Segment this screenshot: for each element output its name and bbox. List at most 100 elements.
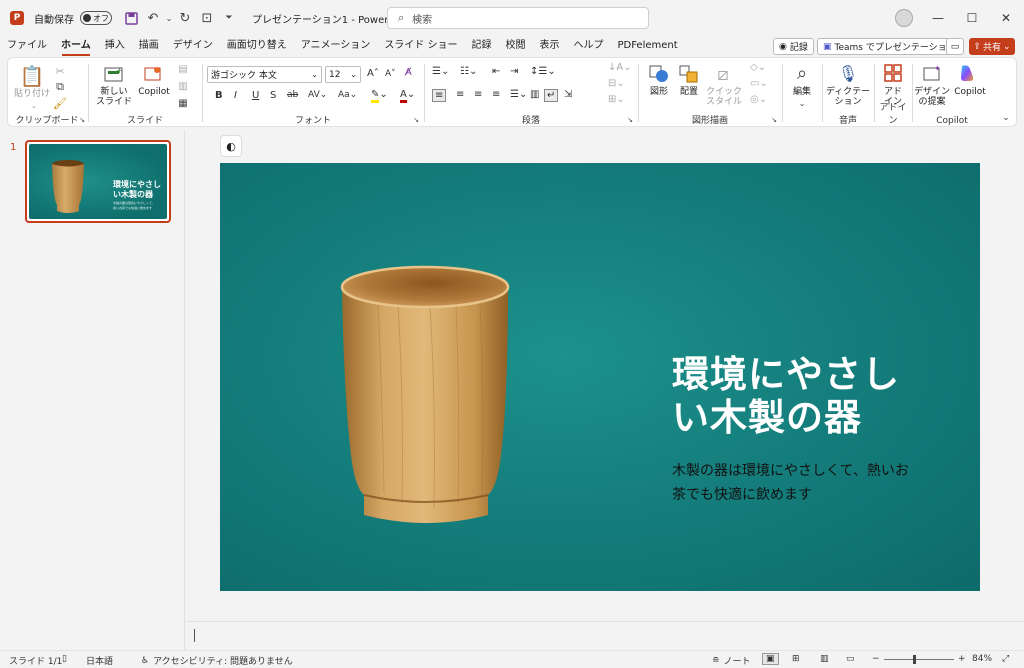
- zoom-slider-thumb[interactable]: [913, 655, 916, 664]
- ribbon-collapse-icon[interactable]: ⌄: [1000, 112, 1012, 124]
- comments-icon[interactable]: ▭: [946, 38, 964, 55]
- tab-animations[interactable]: アニメーション: [294, 36, 378, 56]
- reading-view-icon[interactable]: ▥: [820, 654, 829, 664]
- cut-icon[interactable]: ✂: [53, 64, 67, 78]
- save-icon[interactable]: [120, 7, 142, 29]
- tab-file[interactable]: ファイル: [0, 36, 54, 56]
- quick-styles-icon[interactable]: ⧄: [710, 62, 736, 86]
- smartart-icon[interactable]: ⊞⌄: [608, 94, 625, 105]
- tab-record[interactable]: 記録: [465, 36, 499, 56]
- edit-dropdown-icon[interactable]: ⌄: [786, 98, 818, 108]
- fit-to-window-icon[interactable]: ⤢: [1002, 654, 1009, 664]
- bold-button[interactable]: B: [215, 90, 223, 101]
- font-color-icon[interactable]: A⌄: [400, 89, 415, 103]
- notes-button[interactable]: ≘ ノート: [712, 654, 751, 668]
- notes-pane[interactable]: [186, 621, 1024, 649]
- paste-dropdown-icon[interactable]: ⌄: [16, 100, 52, 110]
- accessibility-status[interactable]: ♿ アクセシビリティ: 問題ありません: [141, 654, 293, 668]
- increase-indent-icon[interactable]: ⇥: [510, 66, 518, 77]
- clear-format-icon[interactable]: A̸: [405, 67, 412, 78]
- tab-design[interactable]: デザイン: [166, 36, 220, 56]
- drawing-launcher-icon[interactable]: ↘: [770, 116, 778, 124]
- customize-qat-icon[interactable]: ⏷: [218, 7, 240, 29]
- tab-draw[interactable]: 描画: [132, 36, 166, 56]
- record-button[interactable]: ◉ 記録: [773, 38, 814, 55]
- reset-icon[interactable]: ▥: [176, 80, 190, 92]
- font-launcher-icon[interactable]: ↘: [412, 116, 420, 124]
- slide-body-text[interactable]: 木製の器は環境にやさしくて、熱いお茶でも快適に飲めます: [672, 459, 922, 507]
- addins-icon[interactable]: [881, 61, 905, 85]
- highlight-icon[interactable]: ✎⌄: [371, 89, 388, 103]
- designer-icon[interactable]: ✦: [920, 61, 944, 85]
- find-icon[interactable]: ⌕: [790, 61, 814, 85]
- search-input[interactable]: ⌕ 検索: [387, 7, 649, 29]
- paste-icon[interactable]: 📋: [20, 64, 45, 88]
- strikethrough-button[interactable]: ab: [287, 90, 298, 100]
- shape-effects-icon[interactable]: ◎⌄: [750, 94, 767, 105]
- align-text-vertical-icon[interactable]: ⊟⌄: [608, 78, 625, 89]
- zoom-out-icon[interactable]: −: [872, 654, 880, 664]
- maximize-icon[interactable]: ☐: [954, 6, 990, 30]
- justify-icon[interactable]: ≡: [492, 89, 500, 100]
- tab-review[interactable]: 校閲: [499, 36, 533, 56]
- decrease-indent-icon[interactable]: ⇤: [492, 66, 500, 77]
- char-spacing-button[interactable]: AV⌄: [308, 90, 327, 100]
- italic-button[interactable]: I: [234, 90, 237, 101]
- autosave-toggle[interactable]: オフ: [80, 11, 112, 25]
- shape-fill-icon[interactable]: ◇⌄: [750, 62, 766, 73]
- slide-sorter-icon[interactable]: ⊞: [792, 654, 800, 664]
- new-slide-icon[interactable]: +: [102, 63, 126, 85]
- numbering-icon[interactable]: ☷⌄: [460, 66, 477, 77]
- distributed-icon[interactable]: ☰⌄: [510, 89, 527, 100]
- copilot-icon[interactable]: [956, 61, 980, 85]
- underline-button[interactable]: U: [252, 90, 259, 101]
- font-name-select[interactable]: 游ゴシック 本文 ⌄: [207, 66, 322, 83]
- present-from-start-icon[interactable]: ⊡: [196, 7, 218, 29]
- slide-thumbnail[interactable]: 環境にやさし い木製の器 木製の器は環境にやさしくて、熱いお茶でも快適に飲めます: [25, 140, 171, 223]
- align-left-icon[interactable]: ≡: [432, 89, 447, 102]
- redo-icon[interactable]: ↻: [174, 7, 196, 29]
- shape-outline-icon[interactable]: ▭⌄: [750, 78, 768, 89]
- tab-pdfelement[interactable]: PDFelement: [611, 36, 685, 56]
- microphone-icon[interactable]: 🎙: [836, 61, 860, 85]
- section-icon[interactable]: ▦: [176, 97, 190, 109]
- undo-dropdown-icon[interactable]: ⌄: [164, 7, 174, 29]
- slide-title[interactable]: 環境にやさし い木製の器: [672, 353, 962, 439]
- close-icon[interactable]: ✕: [988, 6, 1024, 30]
- undo-icon[interactable]: ↶: [142, 7, 164, 29]
- tab-insert[interactable]: 挿入: [98, 36, 132, 56]
- account-avatar[interactable]: [895, 9, 913, 27]
- designer-floating-icon[interactable]: ◐: [220, 135, 242, 157]
- text-direction-vertical-icon[interactable]: ↓A⌄: [608, 62, 632, 73]
- shadow-button[interactable]: S: [270, 90, 276, 101]
- columns-icon[interactable]: ▥: [530, 89, 539, 100]
- zoom-in-icon[interactable]: +: [958, 654, 966, 664]
- shrink-font-button[interactable]: A˅: [385, 69, 396, 79]
- arrange-icon[interactable]: [676, 62, 702, 86]
- font-size-select[interactable]: 12 ⌄: [325, 66, 361, 83]
- align-right-icon[interactable]: ≡: [474, 89, 482, 100]
- teams-present-button[interactable]: ▣ Teams でプレゼンテーション: [817, 38, 962, 55]
- zoom-slider-track[interactable]: [884, 659, 954, 660]
- tab-slideshow[interactable]: スライド ショー: [377, 36, 464, 56]
- tab-help[interactable]: ヘルプ: [567, 36, 611, 56]
- layout-icon[interactable]: ▤: [176, 63, 190, 75]
- format-painter-icon[interactable]: 🖌: [53, 96, 67, 110]
- slideshow-view-icon[interactable]: ▭: [846, 654, 855, 664]
- clipboard-launcher-icon[interactable]: ↘: [78, 116, 86, 124]
- align-center-icon[interactable]: ≡: [456, 89, 464, 100]
- line-spacing-icon[interactable]: ↕☰⌄: [530, 66, 556, 77]
- wooden-cup-image[interactable]: [338, 263, 513, 535]
- normal-view-icon[interactable]: ▣: [762, 653, 779, 665]
- copy-icon[interactable]: ⧉: [53, 80, 67, 94]
- shapes-icon[interactable]: [646, 62, 672, 86]
- spellcheck-icon[interactable]: ▯: [62, 654, 67, 664]
- language-status[interactable]: 日本語: [86, 654, 113, 667]
- align-text-icon[interactable]: ⇲: [564, 89, 572, 100]
- change-case-button[interactable]: Aa⌄: [338, 90, 357, 100]
- share-button[interactable]: ⇪ 共有 ⌄: [969, 38, 1015, 55]
- slide-canvas[interactable]: 環境にやさし い木製の器 木製の器は環境にやさしくて、熱いお茶でも快適に飲めます: [220, 163, 980, 591]
- minimize-icon[interactable]: —: [920, 6, 956, 30]
- slide-copilot-icon[interactable]: [142, 63, 164, 85]
- zoom-level[interactable]: 84%: [972, 654, 992, 664]
